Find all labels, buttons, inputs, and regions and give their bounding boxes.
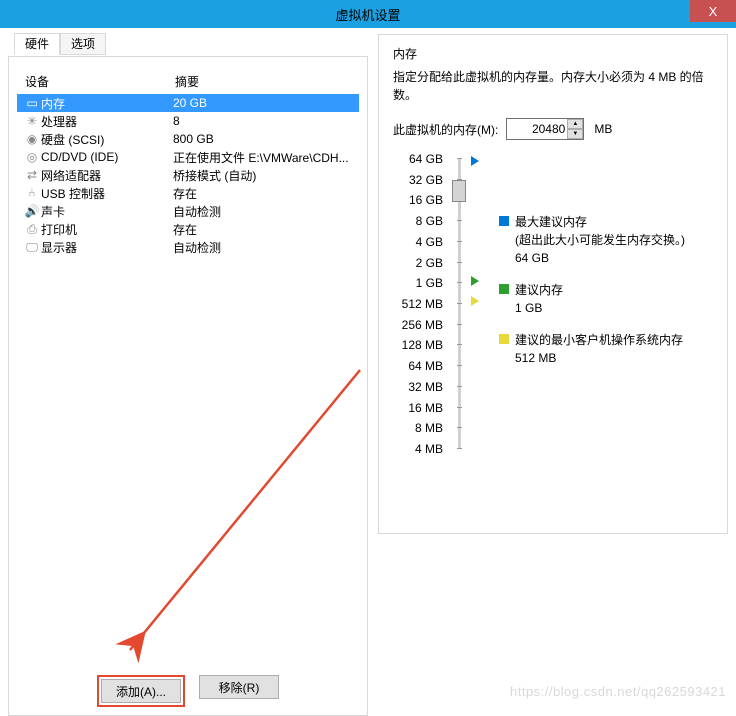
- marker-min-icon: [471, 296, 479, 306]
- memory-legend: 最大建议内存 (超出此大小可能发生内存交换。) 64 GB 建议内存 1 GB …: [499, 213, 699, 381]
- device-summary: 存在: [173, 221, 359, 238]
- tab-hardware[interactable]: 硬件: [14, 33, 60, 55]
- device-summary: 正在使用文件 E:\VMWare\CDH...: [173, 149, 359, 166]
- legend-max: 最大建议内存 (超出此大小可能发生内存交换。) 64 GB: [499, 213, 699, 267]
- tick-label: 4 MB: [415, 442, 443, 456]
- device-summary: 自动检测: [173, 239, 359, 256]
- window-title: 虚拟机设置: [335, 5, 400, 24]
- legend-min: 建议的最小客户机操作系统内存 512 MB: [499, 331, 699, 367]
- slider-thumb[interactable]: [452, 180, 466, 202]
- device-summary: 8: [173, 114, 359, 128]
- tick-label: 64 MB: [408, 359, 443, 373]
- legend-max-note: (超出此大小可能发生内存交换。): [515, 231, 685, 249]
- usb-icon: ⑃: [23, 186, 41, 200]
- legend-min-swatch: [499, 334, 509, 344]
- titlebar: 虚拟机设置 X: [0, 0, 736, 28]
- tick-label: 32 GB: [409, 173, 443, 187]
- device-summary: 自动检测: [173, 203, 359, 220]
- tick-label: 16 GB: [409, 193, 443, 207]
- device-name: USB 控制器: [41, 185, 173, 202]
- device-summary: 800 GB: [173, 132, 359, 146]
- button-row: 添加(A)... 移除(R): [9, 675, 367, 707]
- legend-min-label: 建议的最小客户机操作系统内存: [515, 331, 683, 349]
- device-summary: 存在: [173, 185, 359, 202]
- device-name: 显示器: [41, 239, 173, 256]
- printer-icon: ⎙: [23, 222, 41, 237]
- device-summary: 20 GB: [173, 96, 359, 110]
- device-row-printer[interactable]: ⎙打印机存在: [17, 220, 359, 238]
- device-row-cd[interactable]: ◎CD/DVD (IDE)正在使用文件 E:\VMWare\CDH...: [17, 148, 359, 166]
- tick-label: 1 GB: [416, 276, 443, 290]
- tick-label: 8 GB: [416, 214, 443, 228]
- tick-label: 8 MB: [415, 421, 443, 435]
- legend-min-value: 512 MB: [515, 349, 683, 367]
- watermark: https://blog.csdn.net/qq262593421: [510, 684, 726, 699]
- device-row-sound[interactable]: 🔊声卡自动检测: [17, 202, 359, 220]
- device-name: 硬盘 (SCSI): [41, 131, 173, 148]
- header-summary: 摘要: [175, 73, 359, 90]
- net-icon: ⇄: [23, 168, 41, 182]
- memory-spinner[interactable]: ▲▼: [567, 119, 583, 139]
- legend-max-swatch: [499, 216, 509, 226]
- tab-options[interactable]: 选项: [60, 33, 106, 55]
- device-name: 内存: [41, 95, 173, 112]
- marker-recommended-icon: [471, 276, 479, 286]
- legend-max-label: 最大建议内存: [515, 213, 685, 231]
- device-list: 设备 摘要 ▭内存20 GB✳处理器8◉硬盘 (SCSI)800 GB◎CD/D…: [17, 71, 359, 256]
- display-icon: 🖵: [23, 240, 41, 255]
- device-row-display[interactable]: 🖵显示器自动检测: [17, 238, 359, 256]
- device-name: 声卡: [41, 203, 173, 220]
- close-button[interactable]: X: [690, 0, 736, 22]
- content-area: 硬件 选项 设备 摘要 ▭内存20 GB✳处理器8◉硬盘 (SCSI)800 G…: [0, 28, 736, 703]
- tick-label: 64 GB: [409, 152, 443, 166]
- legend-rec-swatch: [499, 284, 509, 294]
- tick-label: 4 GB: [416, 235, 443, 249]
- sound-icon: 🔊: [23, 204, 41, 218]
- memory-slider[interactable]: [449, 158, 469, 458]
- device-name: 处理器: [41, 113, 173, 130]
- legend-rec-label: 建议内存: [515, 281, 563, 299]
- add-button-highlight: 添加(A)...: [97, 675, 185, 707]
- cpu-icon: ✳: [23, 114, 41, 128]
- tick-label: 32 MB: [408, 380, 443, 394]
- tab-strip: 硬件 选项: [14, 33, 374, 55]
- device-row-disk[interactable]: ◉硬盘 (SCSI)800 GB: [17, 130, 359, 148]
- device-row-cpu[interactable]: ✳处理器8: [17, 112, 359, 130]
- memory-unit: MB: [594, 122, 612, 136]
- device-summary: 桥接模式 (自动): [173, 167, 359, 184]
- slider-tick-labels: 64 GB32 GB16 GB8 GB4 GB2 GB1 GB512 MB256…: [393, 158, 449, 458]
- tick-label: 256 MB: [402, 318, 443, 332]
- tick-label: 128 MB: [402, 338, 443, 352]
- memory-input-row: 此虚拟机的内存(M): ▲▼ MB: [393, 118, 713, 140]
- device-name: CD/DVD (IDE): [41, 150, 173, 164]
- device-row-memory[interactable]: ▭内存20 GB: [17, 94, 359, 112]
- header-device: 设备: [25, 73, 175, 90]
- tick-label: 2 GB: [416, 256, 443, 270]
- marker-max-icon: [471, 156, 479, 166]
- legend-rec-value: 1 GB: [515, 299, 563, 317]
- disk-icon: ◉: [23, 132, 41, 146]
- device-list-header: 设备 摘要: [17, 71, 359, 94]
- memory-input-label: 此虚拟机的内存(M):: [393, 121, 498, 138]
- memory-description: 指定分配给此虚拟机的内存量。内存大小必须为 4 MB 的倍数。: [393, 68, 713, 104]
- device-row-net[interactable]: ⇄网络适配器桥接模式 (自动): [17, 166, 359, 184]
- tick-label: 512 MB: [402, 297, 443, 311]
- add-button[interactable]: 添加(A)...: [101, 679, 181, 703]
- device-name: 打印机: [41, 221, 173, 238]
- legend-rec: 建议内存 1 GB: [499, 281, 699, 317]
- cd-icon: ◎: [23, 150, 41, 164]
- device-name: 网络适配器: [41, 167, 173, 184]
- memory-icon: ▭: [23, 96, 41, 110]
- remove-button[interactable]: 移除(R): [199, 675, 279, 699]
- tick-label: 16 MB: [408, 401, 443, 415]
- legend-max-value: 64 GB: [515, 249, 685, 267]
- memory-panel: 内存 指定分配给此虚拟机的内存量。内存大小必须为 4 MB 的倍数。 此虚拟机的…: [378, 34, 728, 534]
- hardware-panel: 设备 摘要 ▭内存20 GB✳处理器8◉硬盘 (SCSI)800 GB◎CD/D…: [8, 56, 368, 716]
- device-row-usb[interactable]: ⑃USB 控制器存在: [17, 184, 359, 202]
- memory-section-title: 内存: [393, 45, 713, 62]
